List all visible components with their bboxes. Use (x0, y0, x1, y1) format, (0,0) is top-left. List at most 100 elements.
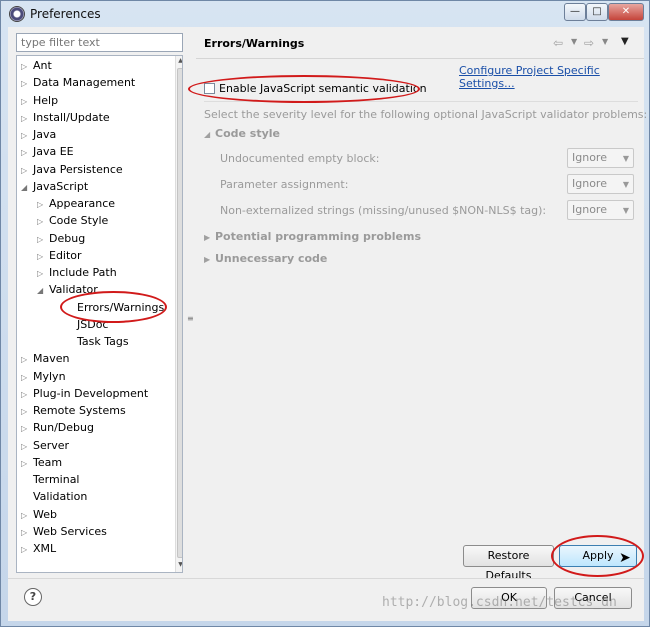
tree-item-label: Ant (33, 59, 52, 72)
close-button[interactable]: ✕ (608, 3, 644, 21)
tree-item-label: Appearance (49, 197, 116, 210)
collapsed-arrow-icon[interactable]: ▷ (37, 248, 49, 265)
collapsed-arrow-icon[interactable]: ▷ (21, 144, 33, 161)
collapsed-arrow-icon[interactable]: ▷ (21, 420, 33, 437)
scroll-down-icon[interactable]: ▼ (176, 561, 182, 571)
collapsed-arrow-icon[interactable]: ▷ (21, 438, 33, 455)
tree-item-validation[interactable]: Validation (21, 488, 87, 505)
tree-item-label: Maven (33, 352, 70, 365)
tree-item-label: Editor (49, 249, 82, 262)
severity-select-parameter-assignment[interactable]: Ignore ▼ (567, 174, 634, 194)
scroll-up-icon[interactable]: ▲ (176, 57, 182, 67)
tree-item-include-path[interactable]: ▷ Include Path (37, 264, 117, 281)
collapsed-arrow-icon[interactable]: ▷ (21, 93, 33, 110)
tree-item-web[interactable]: ▷ Web (21, 506, 57, 523)
tree-item-validator[interactable]: ◢ Validator (37, 281, 98, 298)
severity-hint: Select the severity level for the follow… (204, 108, 648, 121)
severity-select-undocumented-empty-block[interactable]: Ignore ▼ (567, 148, 634, 168)
collapsed-arrow-icon[interactable]: ▷ (21, 455, 33, 472)
tree-item-label: Terminal (33, 473, 80, 486)
tree-item-code-style[interactable]: ▷ Code Style (37, 212, 108, 229)
tree-item-maven[interactable]: ▷ Maven (21, 350, 69, 367)
help-icon[interactable]: ? (24, 588, 42, 606)
tree-item-java[interactable]: ▷ Java (21, 126, 56, 143)
tree-item-ant[interactable]: ▷ Ant (21, 57, 52, 74)
collapsed-arrow-icon[interactable]: ▷ (21, 524, 33, 541)
tree-item-terminal[interactable]: Terminal (21, 471, 80, 488)
section-unnecessary-code[interactable]: ▶ Unnecessary code (204, 252, 327, 265)
tree-item-jsdoc[interactable]: JSDoc (65, 316, 108, 333)
tree-item-label: Plug-in Development (33, 387, 149, 400)
tree-item-errors-warnings[interactable]: Errors/Warnings (65, 299, 164, 316)
collapsed-arrow-icon[interactable]: ▷ (37, 213, 49, 230)
collapsed-arrow-icon[interactable]: ▷ (21, 386, 33, 403)
configure-project-settings-link[interactable]: Configure Project Specific Settings... (459, 64, 644, 90)
section-code-style[interactable]: ◢ Code style (204, 127, 280, 140)
collapsed-arrow-icon[interactable]: ▷ (21, 162, 33, 179)
sash-grip-icon[interactable]: ≡ (187, 315, 194, 325)
collapsed-arrow-icon[interactable]: ▷ (21, 351, 33, 368)
view-menu-icon[interactable]: ▼ (621, 36, 629, 47)
tree-item-label: Java EE (33, 145, 74, 158)
severity-select-non-externalized-strings[interactable]: Ignore ▼ (567, 200, 634, 220)
section-potential-programming-problems[interactable]: ▶ Potential programming problems (204, 230, 421, 243)
tree-item-editor[interactable]: ▷ Editor (37, 247, 82, 264)
forward-dropdown-icon[interactable]: ▼ (602, 37, 608, 46)
expanded-arrow-icon[interactable]: ◢ (37, 282, 49, 299)
tree-item-remote-systems[interactable]: ▷ Remote Systems (21, 402, 126, 419)
back-dropdown-icon[interactable]: ▼ (571, 37, 577, 46)
tree-item-javascript[interactable]: ◢ JavaScript (21, 178, 88, 195)
maximize-button[interactable]: □ (586, 3, 608, 21)
restore-defaults-button[interactable]: Restore Defaults (463, 545, 554, 582)
expanded-arrow-icon[interactable]: ◢ (21, 179, 33, 196)
collapsed-arrow-icon[interactable]: ▷ (21, 403, 33, 420)
tree-item-server[interactable]: ▷ Server (21, 437, 69, 454)
filter-input[interactable] (16, 33, 183, 52)
tree-item-xml[interactable]: ▷ XML (21, 540, 56, 557)
tree-item-java-ee[interactable]: ▷ Java EE (21, 143, 74, 160)
collapsed-arrow-icon[interactable]: ▷ (21, 507, 33, 524)
preference-tree: ▲ ▼ ▷ Ant ▷ Data Management ▷ Help ▷ Install/Up… (16, 55, 183, 573)
tree-item-label: Validator (49, 283, 98, 296)
collapsed-arrow-icon[interactable]: ▷ (21, 369, 33, 386)
tree-item-help[interactable]: ▷ Help (21, 92, 58, 109)
enable-semantic-validation-row[interactable]: Enable JavaScript semantic validation (204, 82, 427, 98)
tree-item-data-management[interactable]: ▷ Data Management (21, 74, 135, 91)
select-value: Ignore (572, 151, 607, 164)
back-arrow-icon[interactable]: ⇦ (553, 36, 563, 50)
collapsed-arrow-icon[interactable]: ▷ (21, 127, 33, 144)
forward-arrow-icon[interactable]: ⇨ (584, 36, 594, 50)
collapsed-arrow-icon[interactable]: ▷ (21, 110, 33, 127)
collapsed-arrow-icon[interactable]: ▷ (37, 265, 49, 282)
tree-item-label: Code Style (49, 214, 109, 227)
tree-scrollbar[interactable]: ▲ ▼ (175, 56, 182, 572)
tree-item-appearance[interactable]: ▷ Appearance (37, 195, 115, 212)
page-header: Errors/Warnings ⇦ ▼ ⇨ ▼ ▼ (196, 27, 644, 59)
tree-item-label: Team (33, 456, 63, 469)
tree-item-java-persistence[interactable]: ▷ Java Persistence (21, 161, 123, 178)
enable-semantic-validation-checkbox[interactable] (204, 83, 215, 94)
collapsed-arrow-icon[interactable]: ▷ (21, 541, 33, 558)
tree-item-label: Web Services (33, 525, 107, 538)
scrollbar-thumb[interactable] (177, 68, 182, 558)
tree-item-plug-in-development[interactable]: ▷ Plug-in Development (21, 385, 148, 402)
collapsed-arrow-icon[interactable]: ▷ (21, 58, 33, 75)
tree-item-run-debug[interactable]: ▷ Run/Debug (21, 419, 94, 436)
footer-divider (8, 578, 644, 579)
option-label-undocumented-empty-block: Undocumented empty block: (220, 152, 380, 165)
tree-item-install-update[interactable]: ▷ Install/Update (21, 109, 110, 126)
tree-item-label: JSDoc (77, 318, 109, 331)
tree-item-label: Java (33, 128, 57, 141)
tree-item-debug[interactable]: ▷ Debug (37, 230, 85, 247)
collapsed-arrow-icon[interactable]: ▷ (37, 196, 49, 213)
minimize-button[interactable]: — (564, 3, 586, 21)
tree-item-mylyn[interactable]: ▷ Mylyn (21, 368, 66, 385)
tree-item-team[interactable]: ▷ Team (21, 454, 62, 471)
tree-item-web-services[interactable]: ▷ Web Services (21, 523, 107, 540)
collapsed-arrow-icon[interactable]: ▷ (21, 75, 33, 92)
tree-item-label: Debug (49, 232, 86, 245)
collapsed-arrow-icon[interactable]: ▷ (37, 231, 49, 248)
tree-item-task-tags[interactable]: Task Tags (65, 333, 129, 350)
tree-item-label: JavaScript (33, 180, 89, 193)
title-bar[interactable]: Preferences — □ ✕ (1, 1, 649, 27)
